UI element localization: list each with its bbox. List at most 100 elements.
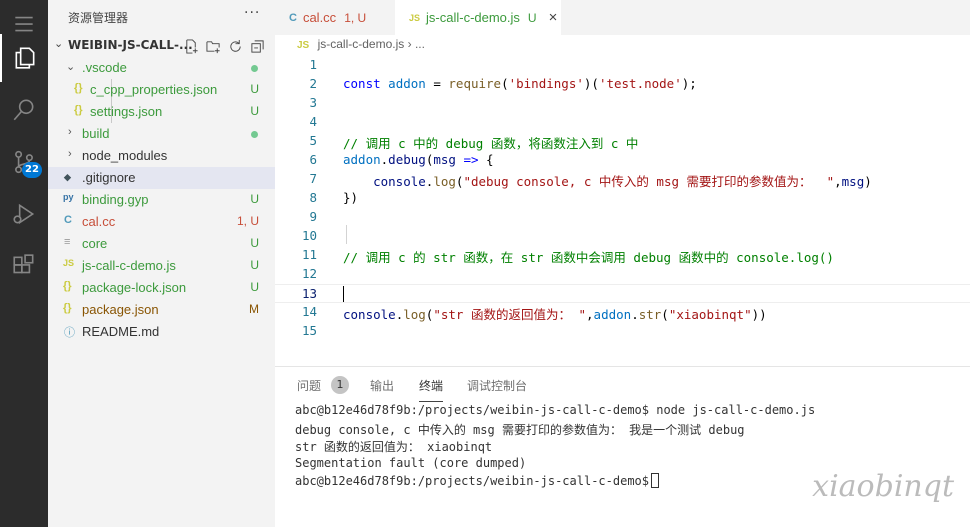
javascript-icon: JS — [63, 258, 75, 268]
terminal-prompt-line: abc@b12e46d78f9b:/projects/weibin-js-cal… — [295, 473, 815, 491]
tree-file-readme[interactable]: ⓘ README.md — [48, 321, 275, 343]
more-actions-icon[interactable]: ··· — [244, 5, 260, 21]
workspace-root-label: WEIBIN-JS-CALL-... — [68, 38, 193, 52]
tree-item-label: package.json — [82, 302, 159, 317]
tree-file-c-cpp-properties[interactable]: {} c_cpp_properties.json U — [48, 79, 275, 101]
tab-debug-console[interactable]: 调试控制台 — [467, 377, 527, 394]
chevron-down-icon: ⌄ — [54, 37, 64, 50]
tab-bar: C cal.cc 1, U JS js-call-c-demo.js U × — [275, 0, 970, 35]
line-number: 12 — [301, 266, 317, 281]
terminal-line: abc@b12e46d78f9b:/projects/weibin-js-cal… — [295, 403, 816, 417]
line-number: 8 — [309, 190, 317, 205]
tree-file-js-call-c-demo[interactable]: JS js-call-c-demo.js U — [48, 255, 275, 277]
terminal-line: str 函数的返回值为： xiaobinqt — [295, 440, 493, 454]
tree-file-core[interactable]: ≡ core U — [48, 233, 275, 255]
tab-output[interactable]: 输出 — [370, 377, 394, 394]
collapse-all-icon[interactable] — [248, 37, 266, 55]
tab-cal-cc[interactable]: C cal.cc 1, U — [275, 0, 395, 35]
javascript-icon: JS — [297, 40, 310, 51]
tab-status: 1, U — [344, 10, 367, 25]
terminal-output[interactable]: abc@b12e46d78f9b:/projects/weibin-js-cal… — [295, 403, 815, 491]
explorer-header: 资源管理器 ··· — [48, 0, 275, 33]
tree-file-package[interactable]: {} package.json M — [48, 299, 275, 321]
tab-problems[interactable]: 问题 — [297, 377, 321, 394]
activity-bar: 22 — [0, 0, 48, 527]
tree-file-package-lock[interactable]: {} package-lock.json U — [48, 277, 275, 299]
git-status: M — [249, 302, 259, 316]
tab-label: cal.cc — [302, 10, 337, 25]
refresh-icon[interactable] — [226, 37, 244, 55]
json-icon: {} — [74, 104, 83, 116]
code-line: 3 — [275, 94, 970, 113]
tab-status: U — [527, 10, 537, 25]
git-status: U — [250, 280, 259, 294]
code-line: 15 — [275, 322, 970, 341]
code-line: 10 — [275, 227, 970, 246]
chevron-down-icon: ⌄ — [66, 61, 76, 73]
git-status: U — [250, 82, 259, 96]
new-folder-icon[interactable] — [204, 37, 222, 55]
terminal-prompt: abc@b12e46d78f9b:/projects/weibin-js-cal… — [295, 474, 650, 488]
extensions-icon[interactable] — [0, 242, 48, 290]
line-number: 1 — [309, 57, 317, 72]
code-line: 1 — [275, 56, 970, 75]
tree-item-label: core — [82, 236, 108, 251]
json-icon: {} — [63, 302, 72, 314]
tab-terminal[interactable]: 终端 — [419, 377, 444, 402]
tab-js-call-c-demo[interactable]: JS js-call-c-demo.js U × — [395, 0, 561, 35]
line-number: 9 — [309, 209, 317, 224]
code-text: console.log("str 函数的返回值为： ",addon.str("x… — [343, 307, 767, 322]
status-dot — [251, 131, 258, 138]
terminal-line: Segmentation fault (core dumped) — [295, 455, 527, 470]
search-icon[interactable] — [0, 86, 48, 134]
tree-folder-vscode[interactable]: ⌄ .vscode — [48, 57, 275, 79]
chevron-right-icon: › — [68, 126, 72, 138]
code-line: 14 console.log("str 函数的返回值为： ",addon.str(… — [275, 303, 970, 322]
code-line: 9 — [275, 208, 970, 227]
text-caret — [343, 286, 344, 302]
new-file-icon[interactable] — [182, 37, 200, 55]
tree-file-settings[interactable]: {} settings.json U — [48, 101, 275, 123]
breadcrumb-separator: › — [407, 37, 412, 51]
tree-file-gitignore[interactable]: ◆ .gitignore — [48, 167, 275, 189]
code-line: 6 addon.debug(msg => { — [275, 151, 970, 170]
line-number: 6 — [309, 152, 317, 167]
tree-item-label: binding.gyp — [82, 192, 149, 207]
code-text: }) — [343, 190, 359, 205]
code-line: 8}) — [275, 189, 970, 208]
close-icon[interactable]: × — [549, 9, 558, 26]
tree-item-label: settings.json — [90, 104, 163, 119]
code-line-current: 13 — [275, 284, 970, 303]
text-file-icon: ≡ — [64, 236, 71, 248]
gitignore-icon: ◆ — [64, 172, 71, 182]
code-line: 11 // 调用 c 的 str 函数，在 str 函数中会调用 debug 函数… — [275, 246, 970, 265]
git-status: U — [250, 258, 259, 272]
tree-item-label: cal.cc — [82, 214, 116, 229]
run-debug-icon[interactable] — [0, 190, 48, 238]
tree-folder-node-modules[interactable]: › node_modules — [48, 145, 275, 167]
code-line: 7 console.log("debug console, c 中传入的 msg… — [275, 170, 970, 189]
json-icon: {} — [74, 82, 83, 94]
code-text: addon.debug(msg => { — [343, 152, 494, 167]
json-icon: {} — [63, 280, 72, 292]
breadcrumb: JS js-call-c-demo.js › ... — [297, 37, 425, 51]
explorer-icon[interactable] — [0, 34, 48, 82]
breadcrumb-symbols[interactable]: ... — [415, 37, 425, 51]
code-line: 12 — [275, 265, 970, 284]
tree-item-label: .vscode — [82, 60, 127, 75]
line-number: 7 — [309, 171, 317, 186]
breadcrumb-file[interactable]: js-call-c-demo.js — [318, 37, 405, 51]
tree-folder-build[interactable]: › build — [48, 123, 275, 145]
python-icon: py — [63, 192, 74, 202]
line-number: 13 — [301, 286, 317, 301]
tree-file-cal-cc[interactable]: C cal.cc 1, U — [48, 211, 275, 233]
source-control-icon[interactable] — [0, 138, 48, 186]
cpp-icon: C — [289, 11, 297, 24]
line-number: 10 — [301, 228, 317, 243]
explorer-sidebar: 资源管理器 ··· ⌄ WEIBIN-JS-CALL-... ⌄ .vscode… — [48, 0, 275, 527]
status-dot — [251, 65, 258, 72]
tree-file-binding-gyp[interactable]: py binding.gyp U — [48, 189, 275, 211]
javascript-icon: JS — [409, 12, 421, 23]
line-number: 15 — [301, 323, 317, 338]
git-status: U — [250, 192, 259, 206]
